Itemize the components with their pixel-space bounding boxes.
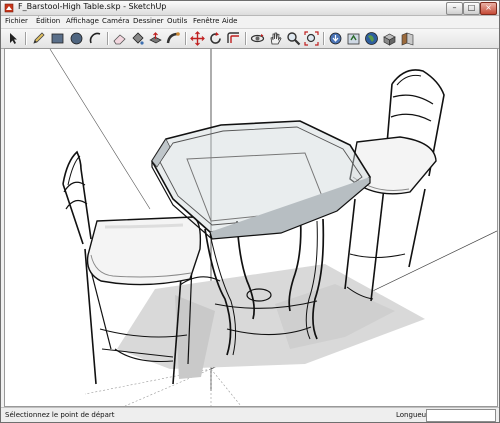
components-icon[interactable]	[382, 31, 397, 46]
menu-fichier[interactable]: Fichier	[5, 17, 28, 25]
menu-affichage[interactable]: Affichage	[66, 17, 99, 25]
menu-bar: Fichier Édition Affichage Caméra Dessine…	[1, 16, 499, 28]
rectangle-icon[interactable]	[50, 31, 65, 46]
toolbar-separator	[185, 32, 187, 45]
eraser-icon[interactable]	[112, 31, 127, 46]
minimize-button[interactable]: –	[446, 2, 463, 15]
measurements-label: Longueur	[396, 411, 429, 419]
sketchup-app-icon	[4, 3, 14, 13]
toolbar-separator	[245, 32, 247, 45]
status-bar: Sélectionnez le point de départ Longueur	[1, 407, 499, 422]
toolbar-separator	[323, 32, 325, 45]
sketchup-window: F_Barstool-High Table.skp - SketchUp – □…	[0, 0, 500, 423]
materials-icon[interactable]	[400, 31, 415, 46]
orbit-icon[interactable]	[250, 31, 265, 46]
circle-icon[interactable]	[69, 31, 84, 46]
paint-bucket-icon[interactable]	[130, 31, 145, 46]
pan-hand-icon[interactable]	[268, 31, 283, 46]
title-bar[interactable]: F_Barstool-High Table.skp - SketchUp – □…	[1, 1, 499, 16]
maximize-button[interactable]: □	[463, 2, 480, 15]
offset-icon[interactable]	[226, 31, 241, 46]
zoom-extents-icon[interactable]	[304, 31, 319, 46]
menu-dessiner[interactable]: Dessiner	[133, 17, 164, 25]
google-earth-icon[interactable]	[364, 31, 379, 46]
toolbar-separator	[25, 32, 27, 45]
rotate-icon[interactable]	[208, 31, 223, 46]
axis-line	[49, 49, 151, 210]
pencil-line-icon[interactable]	[31, 31, 46, 46]
follow-me-icon[interactable]	[166, 31, 181, 46]
menu-edition[interactable]: Édition	[36, 17, 60, 25]
menu-outils[interactable]: Outils	[167, 17, 187, 25]
toolbar-separator	[107, 32, 109, 45]
measurements-input[interactable]	[426, 409, 496, 422]
select-arrow-icon[interactable]	[6, 31, 21, 46]
arc-icon[interactable]	[88, 31, 103, 46]
axis-line-dotted	[210, 368, 242, 406]
left-barstool-seat	[86, 216, 202, 286]
main-toolbar	[1, 28, 499, 49]
push-pull-icon[interactable]	[148, 31, 163, 46]
modeling-viewport[interactable]	[4, 48, 498, 407]
zoom-icon[interactable]	[286, 31, 301, 46]
menu-fenetre[interactable]: Fenêtre	[193, 17, 219, 25]
barstool-high-table-model	[49, 49, 497, 406]
menu-aide[interactable]: Aide	[222, 17, 237, 25]
get-models-icon[interactable]	[328, 31, 343, 46]
window-title: F_Barstool-High Table.skp - SketchUp	[18, 2, 167, 11]
status-message: Sélectionnez le point de départ	[5, 411, 115, 419]
close-button[interactable]: ×	[480, 2, 497, 15]
menu-camera[interactable]: Caméra	[102, 17, 129, 25]
share-model-icon[interactable]	[346, 31, 361, 46]
move-icon[interactable]	[190, 31, 205, 46]
